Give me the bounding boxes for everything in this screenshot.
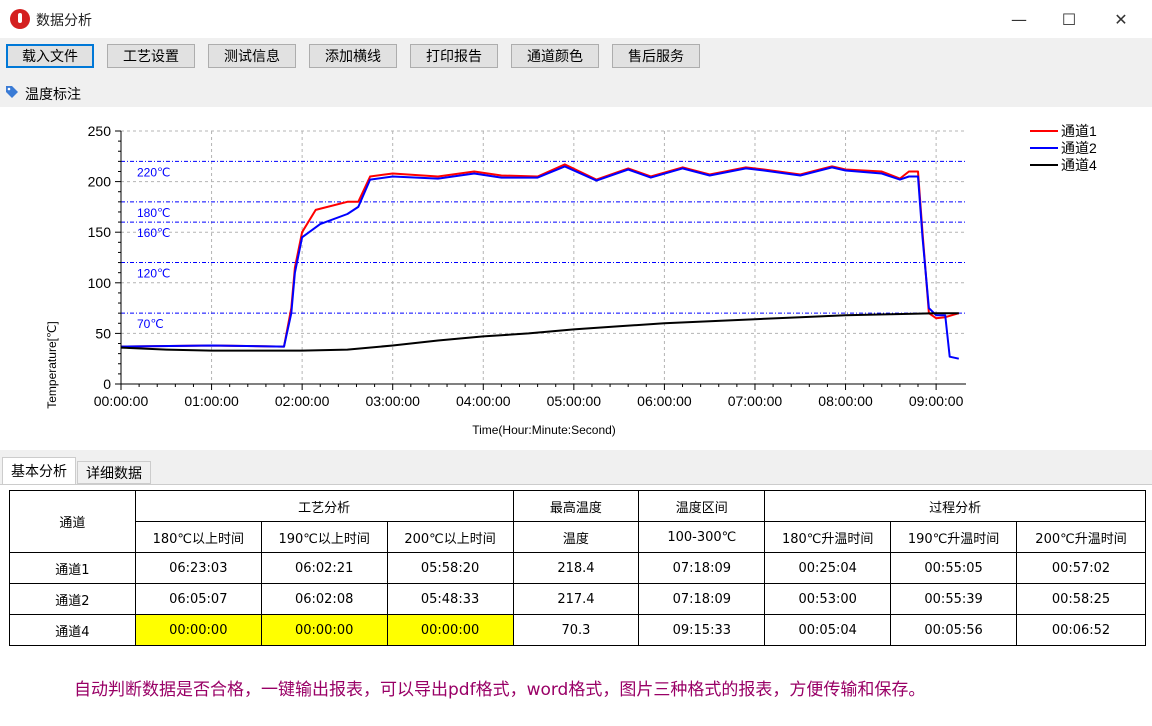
y-tick-label: 250 <box>88 123 112 139</box>
x-tick-label: 06:00:00 <box>637 393 692 409</box>
reference-line-label: 180℃ <box>137 206 171 220</box>
table-cell: 09:15:33 <box>639 615 765 646</box>
reference-line-label: 220℃ <box>137 165 171 179</box>
subheader: 190℃以上时间 <box>261 522 387 553</box>
x-tick-label: 00:00:00 <box>94 393 149 409</box>
table-cell: 00:55:39 <box>891 584 1017 615</box>
tab-detailed-data[interactable]: 详细数据 <box>77 461 151 484</box>
reference-line-label: 120℃ <box>137 267 171 281</box>
reference-line-label: 70℃ <box>137 317 164 331</box>
toolbar: 载入文件 工艺设置 测试信息 添加横线 打印报告 通道颜色 售后服务 <box>0 38 1152 76</box>
reference-line-label: 160℃ <box>137 226 171 240</box>
table-cell: 06:02:08 <box>261 584 387 615</box>
chart-area: 220℃ 180℃ 160℃ 120℃ 70℃ 00:00:00 01:00:00 02:0… <box>0 107 1152 450</box>
temperature-chart: 220℃ 180℃ 160℃ 120℃ 70℃ 00:00:00 01:00:00 02:0… <box>0 107 1152 450</box>
tab-bar: 基本分析 详细数据 <box>0 458 1152 484</box>
tab-basic-analysis[interactable]: 基本分析 <box>2 457 76 484</box>
window-title: 数据分析 <box>36 10 92 30</box>
minimize-button[interactable]: — <box>996 0 1042 38</box>
y-tick-label: 100 <box>88 275 112 291</box>
table-cell: 00:25:04 <box>765 553 891 584</box>
process-settings-button[interactable]: 工艺设置 <box>107 44 195 68</box>
subheader: 190℃升温时间 <box>891 522 1017 553</box>
header-process-analysis: 工艺分析 <box>135 491 513 522</box>
header-max-temp: 最高温度 <box>513 491 639 522</box>
table-row[interactable]: 通道1 06:23:03 06:02:21 05:58:20 218.4 07:… <box>10 553 1146 584</box>
x-tick-label: 09:00:00 <box>909 393 964 409</box>
y-tick-label: 50 <box>95 325 111 341</box>
load-file-button[interactable]: 载入文件 <box>6 44 94 68</box>
table-cell: 00:05:04 <box>765 615 891 646</box>
subheader: 180℃以上时间 <box>135 522 261 553</box>
subheader: 180℃升温时间 <box>765 522 891 553</box>
table-cell-failed: 00:00:00 <box>135 615 261 646</box>
table-cell: 00:57:02 <box>1017 553 1146 584</box>
y-tick-label: 200 <box>88 174 112 190</box>
y-tick-label: 0 <box>103 376 111 392</box>
legend-label: 通道2 <box>1061 140 1097 156</box>
channel-cell: 通道2 <box>10 584 136 615</box>
x-tick-label: 05:00:00 <box>547 393 602 409</box>
table-cell: 06:23:03 <box>135 553 261 584</box>
table-cell: 00:53:00 <box>765 584 891 615</box>
feature-note: 自动判断数据是否合格，一键输出报表，可以导出pdf格式，word格式，图片三种格… <box>74 675 925 700</box>
y-axis-label: Temperature[℃] <box>45 321 59 409</box>
table-row[interactable]: 通道2 06:05:07 06:02:08 05:48:33 217.4 07:… <box>10 584 1146 615</box>
legend-label: 通道1 <box>1061 123 1097 139</box>
header-rise-analysis: 过程分析 <box>765 491 1146 522</box>
table-cell: 07:18:09 <box>639 553 765 584</box>
table-cell: 00:05:56 <box>891 615 1017 646</box>
subheader: 100-300℃ <box>639 522 765 553</box>
legend-label: 通道4 <box>1061 157 1097 173</box>
temp-annotation-bar[interactable]: 温度标注 <box>0 78 1152 106</box>
x-tick-label: 04:00:00 <box>456 393 511 409</box>
print-report-button[interactable]: 打印报告 <box>410 44 498 68</box>
table-cell: 218.4 <box>513 553 639 584</box>
x-tick-label: 01:00:00 <box>184 393 239 409</box>
subheader: 200℃以上时间 <box>387 522 513 553</box>
x-tick-label: 07:00:00 <box>728 393 783 409</box>
channel-cell: 通道4 <box>10 615 136 646</box>
table-cell: 06:02:21 <box>261 553 387 584</box>
x-tick-label: 08:00:00 <box>818 393 873 409</box>
subheader: 200℃升温时间 <box>1017 522 1146 553</box>
add-line-button[interactable]: 添加横线 <box>309 44 397 68</box>
x-tick-label: 02:00:00 <box>275 393 330 409</box>
table-cell: 00:55:05 <box>891 553 1017 584</box>
test-info-button[interactable]: 测试信息 <box>208 44 296 68</box>
maximize-button[interactable]: ☐ <box>1046 0 1092 38</box>
thermometer-icon <box>10 9 30 29</box>
series-line <box>121 164 959 346</box>
analysis-table: 通道 工艺分析 最高温度 温度区间 过程分析 180℃以上时间 190℃以上时间… <box>9 490 1146 646</box>
analysis-panel: 通道 工艺分析 最高温度 温度区间 过程分析 180℃以上时间 190℃以上时间… <box>0 484 1152 726</box>
table-cell: 70.3 <box>513 615 639 646</box>
table-cell: 00:58:25 <box>1017 584 1146 615</box>
x-axis-label: Time(Hour:Minute:Second) <box>472 423 616 437</box>
table-cell-failed: 00:00:00 <box>261 615 387 646</box>
y-tick-label: 150 <box>88 224 112 240</box>
table-cell: 05:58:20 <box>387 553 513 584</box>
table-cell: 217.4 <box>513 584 639 615</box>
table-cell-failed: 00:00:00 <box>387 615 513 646</box>
subheader: 温度 <box>513 522 639 553</box>
header-channel: 通道 <box>10 491 136 553</box>
table-cell: 07:18:09 <box>639 584 765 615</box>
close-button[interactable]: ✕ <box>1098 0 1144 38</box>
table-cell: 05:48:33 <box>387 584 513 615</box>
channel-cell: 通道1 <box>10 553 136 584</box>
header-temp-range: 温度区间 <box>639 491 765 522</box>
table-cell: 00:06:52 <box>1017 615 1146 646</box>
after-sales-button[interactable]: 售后服务 <box>612 44 700 68</box>
title-bar: 数据分析 — ☐ ✕ <box>0 0 1152 38</box>
channel-color-button[interactable]: 通道颜色 <box>511 44 599 68</box>
tag-icon <box>5 85 19 99</box>
series-line <box>121 313 959 350</box>
table-cell: 06:05:07 <box>135 584 261 615</box>
temp-annotation-label: 温度标注 <box>25 84 81 104</box>
x-tick-label: 03:00:00 <box>365 393 420 409</box>
table-row[interactable]: 通道4 00:00:00 00:00:00 00:00:00 70.3 09:1… <box>10 615 1146 646</box>
